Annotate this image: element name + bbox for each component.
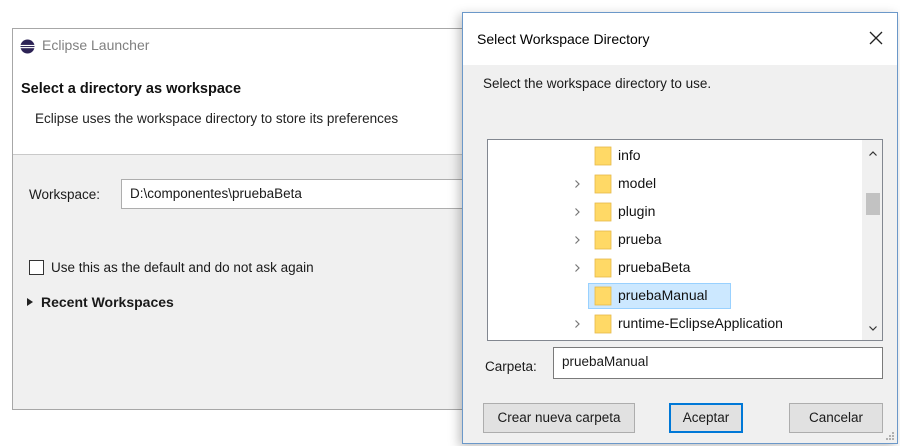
chevron-right-icon[interactable]	[572, 319, 582, 329]
tree-folder-label: model	[618, 175, 657, 191]
tree-folder-label: pruebaBeta	[618, 259, 691, 275]
tree-folder-item[interactable]: info	[488, 142, 858, 170]
dialog-title: Select Workspace Directory	[477, 31, 650, 47]
tree-folder-item[interactable]: prueba	[488, 226, 858, 254]
eclipse-launcher-window: Eclipse Launcher Select a directory as w…	[12, 28, 473, 410]
chevron-right-icon[interactable]	[572, 207, 582, 217]
tree-folder-item[interactable]: plugin	[488, 198, 858, 226]
tree-folder-label: prueba	[618, 231, 662, 247]
close-icon[interactable]	[865, 27, 887, 49]
launcher-window-title: Eclipse Launcher	[42, 37, 150, 53]
dialog-prompt: Select the workspace directory to use.	[483, 76, 712, 91]
select-workspace-directory-dialog: Select Workspace Directory Select the wo…	[462, 12, 898, 444]
folder-label: Carpeta:	[485, 359, 537, 374]
launcher-banner: Select a directory as workspace Eclipse …	[13, 63, 472, 155]
folder-icon	[594, 286, 612, 306]
folder-tree[interactable]: info model plugin prueba pruebaBeta pruebaMan…	[487, 139, 883, 341]
dialog-titlebar: Select Workspace Directory	[463, 13, 897, 65]
chevron-up-icon[interactable]	[868, 149, 878, 159]
resize-grip-icon[interactable]	[885, 431, 895, 441]
tree-folder-item[interactable]: runtime-EclipseApplication	[488, 310, 858, 338]
default-workspace-label[interactable]: Use this as the default and do not ask a…	[51, 260, 314, 275]
ok-button[interactable]: Aceptar	[669, 403, 743, 433]
folder-icon	[594, 202, 612, 222]
recent-workspaces-label: Recent Workspaces	[41, 294, 174, 310]
chevron-right-icon[interactable]	[572, 179, 582, 189]
workspace-label: Workspace:	[29, 187, 101, 202]
chevron-down-icon[interactable]	[868, 323, 878, 333]
folder-name-input[interactable]: pruebaManual	[553, 347, 883, 379]
expand-triangle-icon	[27, 298, 33, 306]
chevron-right-icon[interactable]	[572, 263, 582, 273]
tree-folder-label: pruebaManual	[618, 287, 708, 303]
tree-folder-item[interactable]: model	[488, 170, 858, 198]
workspace-input[interactable]: D:\componentes\pruebaBeta	[121, 179, 473, 209]
folder-icon	[594, 174, 612, 194]
launcher-heading: Select a directory as workspace	[21, 81, 242, 97]
tree-folder-label: plugin	[618, 203, 656, 219]
scrollbar-thumb[interactable]	[866, 193, 880, 215]
folder-icon	[594, 314, 612, 334]
default-workspace-checkbox[interactable]	[29, 260, 44, 275]
tree-scrollbar[interactable]	[862, 140, 882, 340]
eclipse-icon	[20, 39, 35, 54]
tree-folder-item[interactable]: pruebaBeta	[488, 254, 858, 282]
launcher-description: Eclipse uses the workspace directory to …	[35, 111, 399, 126]
tree-folder-label: runtime-EclipseApplication	[618, 315, 783, 331]
tree-folder-item[interactable]: pruebaManual	[488, 282, 858, 310]
folder-icon	[594, 230, 612, 250]
recent-workspaces-toggle[interactable]: Recent Workspaces	[27, 294, 174, 310]
cancel-button[interactable]: Cancelar	[789, 403, 883, 433]
folder-icon	[594, 146, 612, 166]
chevron-right-icon[interactable]	[572, 235, 582, 245]
folder-icon	[594, 258, 612, 278]
launcher-titlebar: Eclipse Launcher	[13, 29, 472, 63]
new-folder-button[interactable]: Crear nueva carpeta	[483, 403, 635, 433]
tree-folder-label: info	[618, 147, 641, 163]
